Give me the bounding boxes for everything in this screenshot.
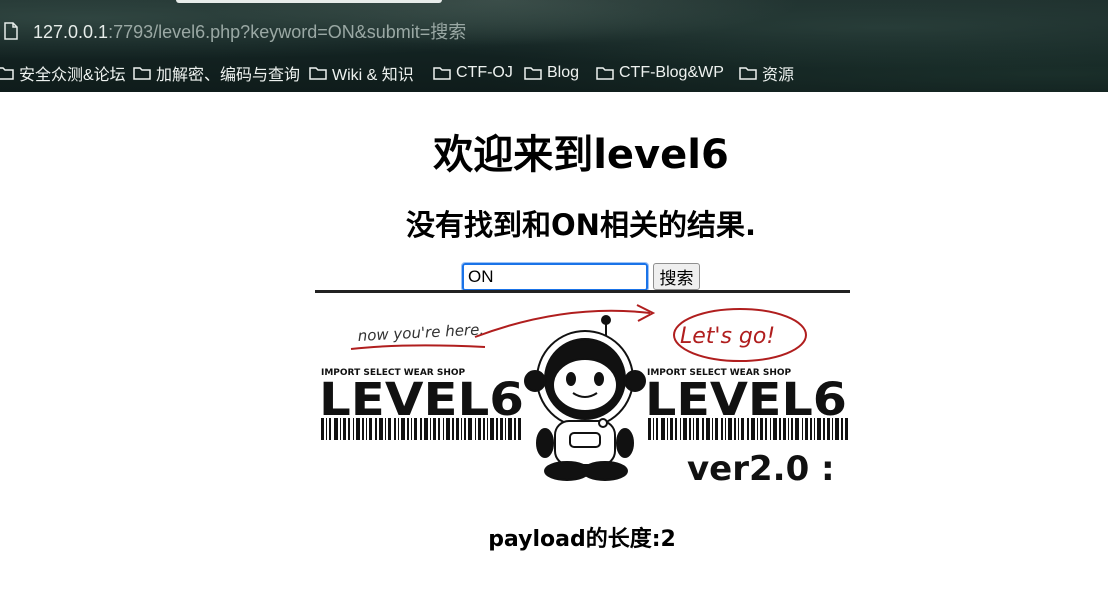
folder-icon: [433, 67, 451, 80]
url-host: 127.0.0.1: [33, 22, 109, 42]
bookmark-folder-crypto[interactable]: 加解密、编码与查询: [133, 60, 300, 86]
search-button[interactable]: 搜索: [653, 263, 700, 290]
bookmark-label: Wiki & 知识: [332, 67, 414, 84]
keyword-input[interactable]: [461, 262, 649, 292]
bookmarks-bar: 安全众测&论坛 加解密、编码与查询 Wiki & 知识 CTF-OJ Blog …: [0, 60, 1108, 86]
folder-icon: [0, 67, 14, 80]
bookmark-folder-blog[interactable]: Blog: [524, 60, 579, 86]
result-message: 没有找到和ON相关的结果.: [406, 208, 756, 242]
note-left: now you're here.: [357, 320, 484, 345]
bookmark-label: CTF-Blog&WP: [619, 64, 724, 81]
bookmark-folder-wiki[interactable]: Wiki & 知识: [309, 60, 414, 86]
bookmark-label: 安全众测&论坛: [19, 67, 126, 84]
url-path: :7793/level6.php?keyword=ON&submit=搜索: [108, 22, 467, 42]
active-tab-edge: [176, 0, 442, 3]
folder-icon: [309, 67, 327, 80]
folder-icon: [133, 67, 151, 80]
page-icon: [4, 22, 18, 40]
bookmark-folder-resources[interactable]: 资源: [739, 60, 794, 86]
bookmark-folder-ctf-oj[interactable]: CTF-OJ: [433, 60, 513, 86]
note-right: Let's go!: [680, 324, 775, 349]
version-text: ver2.0 :: [687, 449, 835, 489]
banner-graphic: now you're here. Let's go! IMPORT SELECT…: [319, 304, 848, 489]
bookmark-label: 加解密、编码与查询: [156, 67, 301, 84]
page-content: 欢迎来到level6 没有找到和ON相关的结果. 搜索 now you're h…: [0, 92, 1108, 602]
folder-icon: [596, 67, 614, 80]
bookmark-folder-ctf-blog[interactable]: CTF-Blog&WP: [596, 60, 724, 86]
folder-icon: [524, 67, 542, 80]
bookmark-folder-security[interactable]: 安全众测&论坛: [0, 60, 126, 86]
url-text[interactable]: 127.0.0.1:7793/level6.php?keyword=ON&sub…: [33, 20, 466, 44]
robot-mascot: [524, 315, 646, 481]
underline-stroke: [350, 344, 486, 350]
bookmark-label: 资源: [762, 67, 795, 84]
folder-icon: [739, 67, 757, 80]
address-bar[interactable]: 127.0.0.1:7793/level6.php?keyword=ON&sub…: [0, 14, 1108, 50]
bookmark-label: CTF-OJ: [456, 64, 513, 81]
payload-length: payload的长度:2: [488, 527, 676, 552]
bookmark-label: Blog: [547, 64, 580, 81]
page-title: 欢迎来到level6: [433, 132, 729, 178]
browser-chrome: 127.0.0.1:7793/level6.php?keyword=ON&sub…: [0, 0, 1108, 92]
arrow-icon: [474, 309, 651, 338]
level-banner-image: now you're here. Let's go! IMPORT SELECT…: [315, 290, 850, 490]
